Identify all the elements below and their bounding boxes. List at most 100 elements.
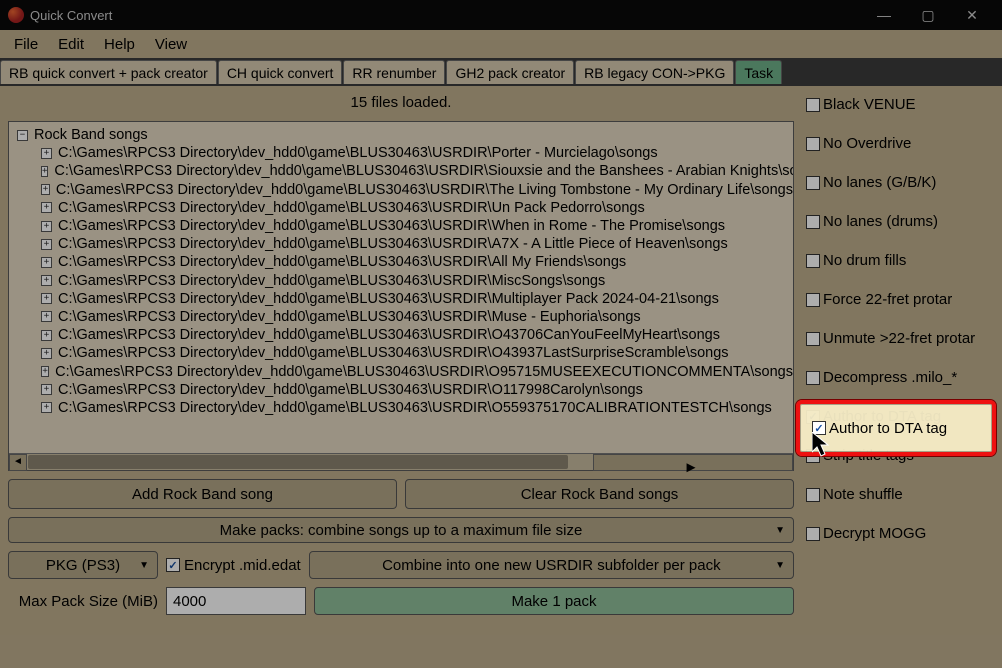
scrollbar-thumb[interactable] [28, 455, 568, 469]
expand-icon[interactable]: + [41, 202, 52, 213]
option-decrypt-mogg[interactable]: Decrypt MOGG [806, 525, 994, 542]
option-label: No lanes (drums) [823, 213, 938, 230]
app-icon [8, 7, 24, 23]
tree-item[interactable]: + C:\Games\RPCS3 Directory\dev_hdd0\game\… [17, 308, 793, 326]
option-author-to-dta-tag[interactable]: ✓Author to DTA tag [806, 408, 994, 425]
checkbox-icon [806, 137, 820, 151]
minimize-button[interactable]: — [862, 0, 906, 30]
tree-item[interactable]: + C:\Games\RPCS3 Directory\dev_hdd0\game\… [17, 199, 793, 217]
tree-item-label: C:\Games\RPCS3 Directory\dev_hdd0\game\B… [58, 236, 728, 252]
tree-item[interactable]: +C:\Games\RPCS3 Directory\dev_hdd0\game\… [17, 399, 793, 417]
option-label: Decrypt MOGG [823, 525, 926, 542]
tree-item[interactable]: +C:\Games\RPCS3 Directory\dev_hdd0\game\… [17, 181, 793, 199]
option-black-venue[interactable]: Black VENUE [806, 96, 994, 113]
tree-item-label: C:\Games\RPCS3 Directory\dev_hdd0\game\B… [58, 273, 605, 289]
option-label: No drum fills [823, 252, 906, 269]
expand-icon[interactable]: + [41, 384, 52, 395]
target-select[interactable]: PKG (PS3) ▼ [8, 551, 158, 579]
checkbox-icon: ✓ [806, 410, 820, 424]
tab-rr-renumber[interactable]: RR renumber [343, 60, 445, 84]
expand-icon[interactable]: + [41, 239, 52, 250]
tree-item-label: C:\Games\RPCS3 Directory\dev_hdd0\game\B… [55, 364, 793, 380]
expand-icon[interactable]: + [41, 275, 52, 286]
maximize-button[interactable]: ▢ [906, 0, 950, 30]
expand-icon[interactable]: + [41, 166, 48, 177]
window-title: Quick Convert [30, 8, 112, 23]
checkbox-icon [806, 98, 820, 112]
tree-item[interactable]: +C:\Games\RPCS3 Directory\dev_hdd0\game\… [17, 344, 793, 362]
menu-view[interactable]: View [145, 34, 197, 55]
menu-help[interactable]: Help [94, 34, 145, 55]
tree-item[interactable]: + C:\Games\RPCS3 Directory\dev_hdd0\game\… [17, 235, 793, 253]
tree-item[interactable]: +C:\Games\RPCS3 Directory\dev_hdd0\game\… [17, 326, 793, 344]
tree-item-label: C:\Games\RPCS3 Directory\dev_hdd0\game\B… [58, 145, 658, 161]
tab-rb-quick-convert[interactable]: RB quick convert + pack creator [0, 60, 217, 84]
scroll-left-button[interactable]: ◄ [9, 454, 27, 471]
clear-songs-button[interactable]: Clear Rock Band songs [405, 479, 794, 509]
checkbox-icon [806, 176, 820, 190]
expand-icon[interactable]: + [41, 293, 52, 304]
tab-task[interactable]: Task [735, 60, 782, 84]
tree-item-label: C:\Games\RPCS3 Directory\dev_hdd0\game\B… [58, 309, 641, 325]
expand-icon[interactable]: + [41, 330, 52, 341]
expand-icon[interactable]: + [41, 221, 52, 232]
tree-item[interactable]: + C:\Games\RPCS3 Directory\dev_hdd0\game\… [17, 217, 793, 235]
add-song-button[interactable]: Add Rock Band song [8, 479, 397, 509]
tab-rb-legacy[interactable]: RB legacy CON->PKG [575, 60, 734, 84]
expand-icon[interactable]: + [41, 311, 52, 322]
option-no-lanes-drums-[interactable]: No lanes (drums) [806, 213, 994, 230]
option-label: Force 22-fret protar [823, 291, 952, 308]
menu-edit[interactable]: Edit [48, 34, 94, 55]
option-no-overdrive[interactable]: No Overdrive [806, 135, 994, 152]
expand-icon[interactable]: + [41, 348, 52, 359]
tree-item-label: C:\Games\RPCS3 Directory\dev_hdd0\game\B… [58, 254, 626, 270]
tree-item[interactable]: +C:\Games\RPCS3 Directory\dev_hdd0\game\… [17, 290, 793, 308]
collapse-icon[interactable]: − [17, 130, 28, 141]
checkbox-icon [806, 449, 820, 463]
status-text: 15 files loaded. [8, 92, 794, 113]
tree-item-label: C:\Games\RPCS3 Directory\dev_hdd0\game\B… [58, 218, 725, 234]
combine-select[interactable]: Combine into one new USRDIR subfolder pe… [309, 551, 794, 579]
tree-item-label: C:\Games\RPCS3 Directory\dev_hdd0\game\B… [58, 200, 645, 216]
option-label: Strip title tags [823, 447, 914, 464]
tree-item[interactable]: + C:\Games\RPCS3 Directory\dev_hdd0\game\… [17, 381, 793, 399]
make-pack-button[interactable]: Make 1 pack [314, 587, 794, 615]
option-label: No Overdrive [823, 135, 911, 152]
option-label: No lanes (G/B/K) [823, 174, 936, 191]
expand-icon[interactable]: + [41, 148, 52, 159]
tree-item-label: C:\Games\RPCS3 Directory\dev_hdd0\game\B… [58, 382, 643, 398]
option-force-22-fret-protar[interactable]: Force 22-fret protar [806, 291, 994, 308]
option-unmute-22-fret-protar[interactable]: Unmute >22-fret protar [806, 330, 994, 347]
tree-item[interactable]: + C:\Games\RPCS3 Directory\dev_hdd0\game\… [17, 144, 793, 162]
tree-item[interactable]: +C:\Games\RPCS3 Directory\dev_hdd0\game\… [17, 162, 793, 180]
tree-item[interactable]: + C:\Games\RPCS3 Directory\dev_hdd0\game\… [17, 362, 793, 380]
horizontal-scrollbar[interactable]: ◄ ► [9, 453, 793, 470]
encrypt-checkbox[interactable]: ✓ Encrypt .mid.edat [166, 557, 301, 574]
song-tree[interactable]: − Rock Band songs +C:\Games\RPCS3 Direct… [8, 121, 794, 471]
tree-root-label[interactable]: Rock Band songs [34, 127, 148, 143]
option-strip-title-tags[interactable]: Strip title tags [806, 447, 994, 464]
expand-icon[interactable]: + [41, 366, 49, 377]
tree-item[interactable]: + C:\Games\RPCS3 Directory\dev_hdd0\game\… [17, 253, 793, 271]
menu-file[interactable]: File [4, 34, 48, 55]
chevron-down-icon: ▼ [775, 560, 785, 571]
max-size-input[interactable]: 4000 [166, 587, 306, 615]
close-button[interactable]: ✕ [950, 0, 994, 30]
option-no-lanes-g-b-k-[interactable]: No lanes (G/B/K) [806, 174, 994, 191]
option-label: Black VENUE [823, 96, 916, 113]
option-no-drum-fills[interactable]: No drum fills [806, 252, 994, 269]
option-decompress-milo-[interactable]: Decompress .milo_* [806, 369, 994, 386]
scroll-right-button[interactable]: ► [593, 454, 793, 471]
tab-ch-quick-convert[interactable]: CH quick convert [218, 60, 343, 84]
tree-item[interactable]: + C:\Games\RPCS3 Directory\dev_hdd0\game\… [17, 272, 793, 290]
tab-gh2-pack-creator[interactable]: GH2 pack creator [446, 60, 574, 84]
make-packs-dropdown[interactable]: Make packs: combine songs up to a maximu… [8, 517, 794, 543]
checkbox-icon [806, 332, 820, 346]
option-note-shuffle[interactable]: Note shuffle [806, 486, 994, 503]
titlebar[interactable]: Quick Convert — ▢ ✕ [0, 0, 1002, 30]
checkbox-icon [806, 527, 820, 541]
expand-icon[interactable]: + [41, 184, 50, 195]
expand-icon[interactable]: + [41, 402, 52, 413]
expand-icon[interactable]: + [41, 257, 52, 268]
checkbox-icon [806, 488, 820, 502]
